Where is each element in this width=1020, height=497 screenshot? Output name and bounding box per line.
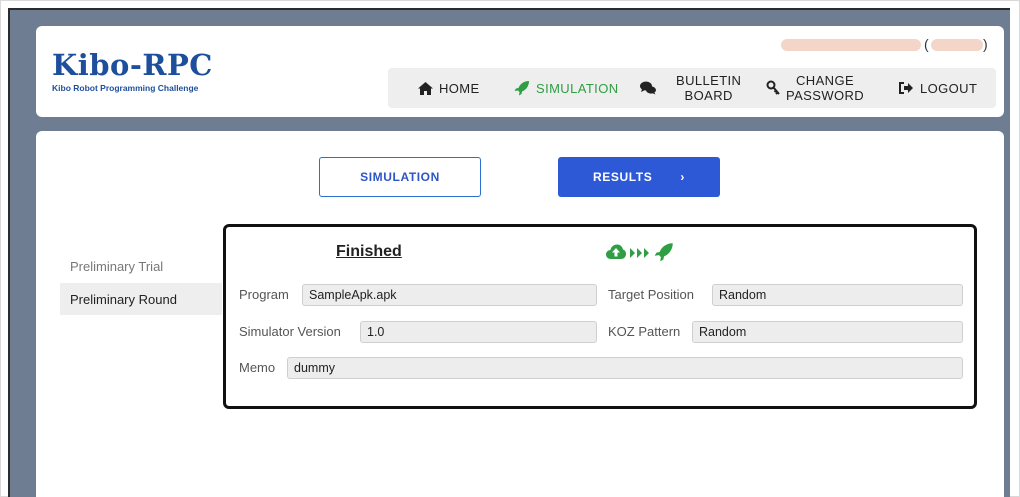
logo-subtitle: Kibo Robot Programming Challenge — [52, 83, 199, 93]
sidebar-item-label: Preliminary Trial — [70, 258, 164, 274]
nav-simulation[interactable]: SIMULATION — [514, 68, 619, 108]
nav-bulletin-line1: BULLETIN — [676, 73, 742, 88]
nav-bulletin-label: BULLETIN BOARD — [676, 73, 741, 103]
paren-right: ) — [983, 36, 988, 52]
sidebar-item-preliminary-trial[interactable]: Preliminary Trial — [60, 250, 222, 282]
status-text: Finished — [336, 243, 402, 260]
nav-home-label: HOME — [439, 80, 480, 96]
program-field: SampleApk.apk — [302, 284, 597, 306]
rocket-icon — [654, 242, 674, 267]
cloud-upload-icon — [606, 244, 626, 265]
redacted-username — [781, 39, 921, 51]
target-position-label: Target Position — [608, 287, 694, 302]
sidebar-item-preliminary-round[interactable]: Preliminary Round — [60, 283, 222, 315]
redacted-organization — [931, 39, 983, 51]
user-info-redacted: ( ) — [781, 36, 991, 52]
result-panel: Finished Program SampleApk.apk Target Po… — [223, 224, 977, 409]
status-progress-icons — [606, 242, 674, 267]
nav-bulletin-line2: BOARD — [684, 88, 733, 103]
chat-bubbles-icon — [640, 81, 656, 95]
triple-arrow-icon — [630, 245, 650, 263]
nav-bulletin-board[interactable]: BULLETIN BOARD — [640, 68, 741, 108]
main-nav: HOME SIMULATION BULLETIN BOARD CHANGE PA… — [388, 68, 996, 108]
results-tab-label: RESULTS — [593, 170, 653, 184]
simulation-tab-button[interactable]: SIMULATION — [319, 157, 481, 197]
key-icon — [766, 80, 780, 96]
header: Kibo-RPC Kibo Robot Programming Challeng… — [36, 26, 1004, 117]
logo-title[interactable]: Kibo-RPC — [52, 48, 213, 82]
nav-simulation-label: SIMULATION — [536, 80, 619, 96]
rocket-icon — [514, 80, 530, 96]
koz-pattern-field: Random — [692, 321, 963, 343]
chevron-right-icon: › — [680, 170, 685, 184]
memo-label: Memo — [239, 360, 276, 375]
simulator-version-field: 1.0 — [360, 321, 597, 343]
nav-password-line2: PASSWORD — [786, 88, 865, 103]
program-label: Program — [239, 287, 289, 302]
nav-logout-label: LOGOUT — [920, 80, 978, 96]
nav-password-label: CHANGE PASSWORD — [786, 73, 864, 103]
nav-change-password[interactable]: CHANGE PASSWORD — [766, 68, 864, 108]
home-icon — [418, 81, 433, 95]
sign-out-icon — [898, 81, 914, 95]
nav-home[interactable]: HOME — [418, 68, 480, 108]
simulator-version-label: Simulator Version — [239, 324, 341, 339]
target-position-field: Random — [712, 284, 963, 306]
paren-left: ( — [924, 36, 929, 52]
results-tab-button[interactable]: RESULTS › — [558, 157, 720, 197]
main-content: SIMULATION RESULTS › Preliminary Trial P… — [36, 131, 1004, 497]
nav-logout[interactable]: LOGOUT — [898, 68, 977, 108]
sidebar-item-label: Preliminary Round — [70, 291, 177, 307]
memo-field: dummy — [287, 357, 963, 379]
simulation-tab-label: SIMULATION — [360, 170, 440, 184]
koz-pattern-label: KOZ Pattern — [608, 324, 681, 339]
nav-password-line1: CHANGE — [796, 73, 855, 88]
